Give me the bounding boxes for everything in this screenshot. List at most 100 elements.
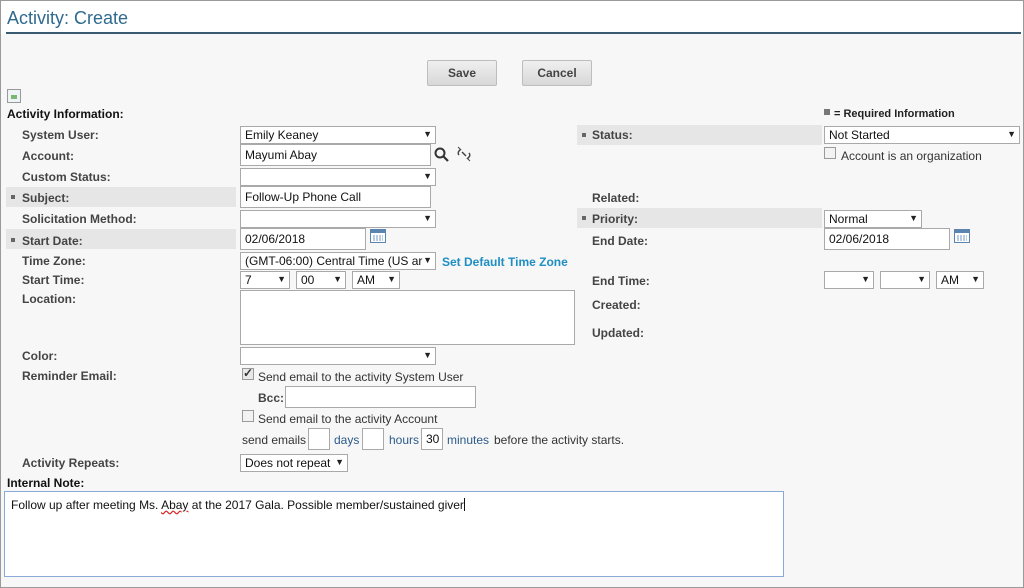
system-user-label: System User: xyxy=(22,128,99,142)
required-marker-icon xyxy=(582,133,586,137)
bcc-label: Bcc: xyxy=(258,391,285,405)
hours-label: hours xyxy=(389,433,420,447)
account-is-org-label: Account is an organization xyxy=(841,149,982,163)
note-misspelled-word: Abay xyxy=(161,498,189,512)
priority-label: Priority: xyxy=(592,212,639,226)
subject-label: Subject: xyxy=(22,191,70,205)
chevron-down-icon: ▼ xyxy=(917,274,926,284)
account-label: Account: xyxy=(22,149,74,163)
chevron-down-icon: ▼ xyxy=(423,171,432,181)
section-title: Activity Information: xyxy=(7,107,124,121)
activity-repeats-select[interactable]: Does not repeat ▼ xyxy=(240,454,348,472)
minutes-input[interactable]: 30 xyxy=(421,428,443,450)
chevron-down-icon: ▼ xyxy=(423,213,432,223)
start-minute-select[interactable]: 00 ▼ xyxy=(296,271,346,289)
custom-status-select[interactable]: ▼ xyxy=(240,168,436,186)
internal-note-textarea[interactable]: Follow up after meeting Ms. Abay at the … xyxy=(4,491,784,577)
cancel-button[interactable]: Cancel xyxy=(522,60,592,86)
created-label: Created: xyxy=(592,298,641,312)
start-hour-value: 7 xyxy=(245,273,252,287)
priority-value: Normal xyxy=(829,212,868,226)
end-minute-select[interactable]: ▼ xyxy=(880,271,930,289)
location-label: Location: xyxy=(22,292,76,306)
chevron-down-icon: ▼ xyxy=(909,213,918,223)
send-system-user-checkbox[interactable] xyxy=(242,366,254,380)
title-bar: Activity: Create xyxy=(1,1,1023,34)
send-system-user-label: Send email to the activity System User xyxy=(258,370,464,384)
required-info-text: = Required Information xyxy=(834,108,955,120)
broken-image-icon xyxy=(7,89,21,103)
calendar-icon[interactable] xyxy=(954,229,970,243)
related-label: Related: xyxy=(592,191,640,205)
system-user-value: Emily Keaney xyxy=(245,128,319,142)
chevron-down-icon: ▼ xyxy=(423,350,432,360)
end-time-label: End Time: xyxy=(592,274,650,288)
chevron-down-icon: ▼ xyxy=(335,457,344,467)
status-label: Status: xyxy=(592,128,633,142)
solicitation-method-label: Solicitation Method: xyxy=(22,212,137,226)
start-time-label: Start Time: xyxy=(22,273,85,287)
color-label: Color: xyxy=(22,349,58,363)
send-account-checkbox[interactable] xyxy=(242,410,254,422)
chevron-down-icon: ▼ xyxy=(387,274,396,284)
send-account-label: Send email to the activity Account xyxy=(258,412,438,426)
start-ampm-value: AM xyxy=(357,273,375,287)
required-marker-icon xyxy=(582,216,586,220)
location-textarea[interactable] xyxy=(240,290,575,345)
note-text-part: at the 2017 Gala. Possible member/sustai… xyxy=(188,498,464,512)
end-date-input[interactable]: 02/06/2018 xyxy=(824,228,950,250)
page-title: Activity: Create xyxy=(7,8,129,28)
time-zone-label: Time Zone: xyxy=(22,254,86,268)
minutes-label: minutes xyxy=(447,433,490,447)
account-is-org-checkbox[interactable] xyxy=(824,147,836,159)
status-value: Not Started xyxy=(829,128,890,142)
start-ampm-select[interactable]: AM ▼ xyxy=(352,271,400,289)
unlink-icon[interactable] xyxy=(456,146,472,162)
end-hour-select[interactable]: ▼ xyxy=(824,271,874,289)
chevron-down-icon: ▼ xyxy=(423,129,432,139)
end-date-label: End Date: xyxy=(592,234,649,248)
send-emails-text: send emails xyxy=(242,433,307,447)
search-icon[interactable] xyxy=(434,147,450,163)
custom-status-label: Custom Status: xyxy=(22,170,111,184)
chevron-down-icon: ▼ xyxy=(277,274,286,284)
internal-note-text: Follow up after meeting Ms. Abay at the … xyxy=(11,498,465,512)
time-zone-value: (GMT-06:00) Central Time (US ar xyxy=(245,254,423,268)
system-user-select[interactable]: Emily Keaney ▼ xyxy=(240,126,436,144)
note-text-part: Follow up after meeting Ms. xyxy=(11,498,162,512)
start-date-label: Start Date: xyxy=(22,234,83,248)
text-caret xyxy=(463,498,465,511)
internal-note-label: Internal Note: xyxy=(7,476,85,490)
time-zone-select[interactable]: (GMT-06:00) Central Time (US ar ▼ xyxy=(240,252,436,270)
hours-input[interactable] xyxy=(362,428,384,450)
updated-label: Updated: xyxy=(592,326,644,340)
chevron-down-icon: ▼ xyxy=(1007,129,1016,139)
chevron-down-icon: ▼ xyxy=(423,255,432,265)
status-select[interactable]: Not Started ▼ xyxy=(824,126,1020,144)
end-ampm-select[interactable]: AM ▼ xyxy=(936,271,984,289)
start-hour-select[interactable]: 7 ▼ xyxy=(240,271,290,289)
chevron-down-icon: ▼ xyxy=(861,274,870,284)
color-select[interactable]: ▼ xyxy=(240,347,436,365)
account-input[interactable]: Mayumi Abay xyxy=(240,144,431,166)
activity-repeats-value: Does not repeat xyxy=(245,456,331,470)
set-default-time-zone-link[interactable]: Set Default Time Zone xyxy=(442,255,568,269)
calendar-icon[interactable] xyxy=(370,229,386,243)
required-marker-icon xyxy=(824,109,830,115)
start-minute-value: 00 xyxy=(301,273,315,287)
bcc-input[interactable] xyxy=(285,386,476,408)
chevron-down-icon: ▼ xyxy=(971,274,980,284)
solicitation-method-select[interactable]: ▼ xyxy=(240,210,436,228)
before-activity-text: before the activity starts. xyxy=(494,433,625,447)
save-button[interactable]: Save xyxy=(427,60,497,86)
reminder-email-label: Reminder Email: xyxy=(22,369,117,383)
priority-select[interactable]: Normal ▼ xyxy=(824,210,922,228)
days-input[interactable] xyxy=(308,428,330,450)
start-date-input[interactable]: 02/06/2018 xyxy=(240,228,366,250)
required-marker-icon xyxy=(11,238,15,242)
required-marker-icon xyxy=(11,195,15,199)
required-info-legend: = Required Information xyxy=(824,108,955,120)
days-label: days xyxy=(334,433,360,447)
subject-input[interactable]: Follow-Up Phone Call xyxy=(240,186,431,208)
end-ampm-value: AM xyxy=(941,273,959,287)
